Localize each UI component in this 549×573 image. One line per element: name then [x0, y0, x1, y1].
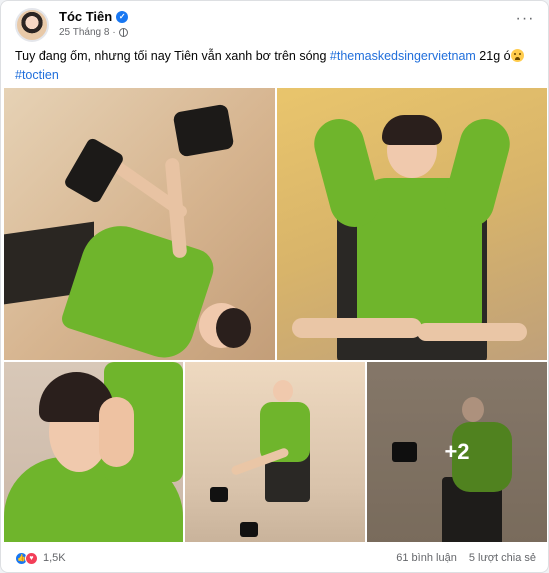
- post-photo-3[interactable]: [4, 362, 183, 542]
- post-photo-2[interactable]: [277, 88, 547, 360]
- comments-count[interactable]: 61 bình luận: [396, 552, 457, 564]
- photo-shape: [292, 318, 422, 338]
- post-caption: Tuy đang ốm, nhưng tối nay Tiên vẫn xanh…: [15, 47, 536, 85]
- photo-shape: [382, 115, 442, 145]
- photo-shape: [417, 323, 527, 341]
- more-photos-count: +2: [444, 439, 470, 464]
- verified-icon: ✓: [116, 10, 129, 23]
- author-name-row: Tóc Tiên ✓: [59, 9, 129, 24]
- post-photo-5[interactable]: +2: [367, 362, 547, 542]
- post-photo-4[interactable]: [185, 362, 365, 542]
- photo-shape: [438, 113, 516, 233]
- globe-icon: [118, 28, 128, 37]
- photo-shape: [62, 136, 126, 205]
- post-photo-1[interactable]: [4, 88, 275, 360]
- caption-text: Tuy đang ốm, nhưng tối nay Tiên vẫn xanh…: [15, 49, 330, 63]
- photo-shape: [172, 103, 235, 158]
- hashtag-link[interactable]: #themaskedsingervietnam: [330, 49, 476, 63]
- author-avatar[interactable]: [15, 8, 49, 42]
- photo-shape: [99, 397, 134, 467]
- caption-suffix: 21g ó: [475, 49, 511, 63]
- reaction-count[interactable]: 1,5K: [43, 552, 66, 564]
- hashtag-link[interactable]: #toctien: [15, 68, 59, 82]
- photo-shape: [210, 487, 228, 502]
- post-footer: 👍 ♥ 1,5K 61 bình luận 5 lượt chia sẻ: [15, 547, 536, 569]
- post-card: Tóc Tiên ✓ 25 Tháng 8 · ··· Tuy đang ốm,…: [0, 0, 549, 573]
- shares-count[interactable]: 5 lượt chia sẻ: [469, 552, 536, 564]
- post-header: Tóc Tiên ✓ 25 Tháng 8 · ···: [15, 7, 538, 43]
- more-photos-overlay[interactable]: +2: [367, 362, 547, 542]
- post-meta: 25 Tháng 8 ·: [59, 27, 128, 38]
- engagement-counts: 61 bình luận 5 lượt chia sẻ: [396, 552, 536, 564]
- photo-shape: [216, 308, 251, 348]
- author-name[interactable]: Tóc Tiên: [59, 9, 112, 24]
- emoji-icon: [510, 49, 524, 62]
- photo-shape: [273, 380, 293, 402]
- photo-shape: [240, 522, 258, 537]
- love-reaction-icon: ♥: [25, 551, 38, 565]
- more-options-icon[interactable]: ···: [514, 11, 536, 31]
- photo-shape: [308, 113, 386, 233]
- post-date[interactable]: 25 Tháng 8: [59, 27, 109, 38]
